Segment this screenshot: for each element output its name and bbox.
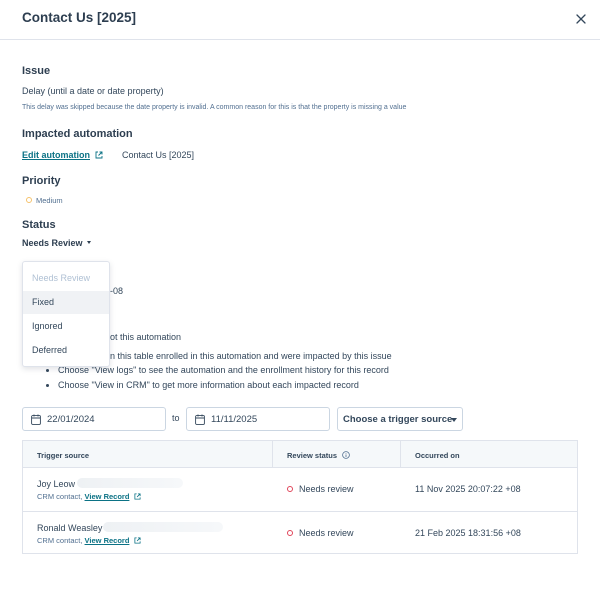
view-record-link[interactable]: View Record [85,492,130,501]
review-status: Needs review [287,528,354,538]
record-type-label: CRM contact, [37,536,83,545]
occurred-on: 11 Nov 2025 20:07:22 +08 [415,484,521,494]
calendar-icon [31,414,41,425]
status-current: Needs Review [22,238,83,248]
column-header-trigger-source[interactable]: Trigger source [37,451,89,460]
priority-heading: Priority [22,175,61,187]
column-divider [400,441,401,468]
status-option-needs-review: Needs Review [32,273,91,283]
record-type: CRM contact, View Record [37,536,141,545]
table-header: Trigger source Review status Occurred on [23,441,577,468]
status-dot-icon [287,486,293,492]
obscured-text-2: ot this automation [110,332,182,342]
automation-name: Contact Us [2025] [122,150,195,160]
status-heading: Status [22,219,56,231]
caret-down-icon [451,418,457,422]
status-option-deferred[interactable]: Deferred [23,339,109,362]
trigger-source-label: Choose a trigger source [343,414,453,425]
calendar-icon [195,414,205,425]
column-header-review-status[interactable]: Review status [287,451,350,460]
instruction-item: Choose "View in CRM" to get more informa… [58,378,389,393]
status-dropdown-toggle[interactable]: Needs Review [22,238,92,248]
record-type: CRM contact, View Record [37,492,141,501]
external-link-icon [133,537,141,544]
contact-name: Ronald Weasley [37,523,103,533]
review-status-value: Needs review [299,484,354,494]
status-option-ignored[interactable]: Ignored [23,315,109,338]
status-option-fixed[interactable]: Fixed [23,291,109,314]
end-date-input[interactable]: 11/11/2025 [186,407,330,431]
trigger-source-dropdown[interactable]: Choose a trigger source [337,407,463,431]
edit-automation-link-wrap[interactable]: Edit automation [22,150,103,160]
issue-heading: Issue [22,65,51,77]
info-icon[interactable] [342,451,350,459]
panel-title: Contact Us [2025] [22,10,137,25]
status-dropdown-menu: Needs Review Fixed Ignored Deferred [22,261,110,367]
review-status-label: Review status [287,451,338,460]
table-row: Ronald Weasley CRM contact, View Record … [23,512,577,556]
issue-title: Delay (until a date or date property) [22,86,164,96]
column-header-occurred-on[interactable]: Occurred on [415,451,460,460]
status-dot-icon [287,530,293,536]
close-icon[interactable] [574,12,588,26]
review-status-value: Needs review [299,528,354,538]
external-link-icon [95,151,102,159]
caret-down-icon [87,241,92,244]
issue-description: This delay was skipped because the date … [22,104,407,111]
occurred-on: 21 Feb 2025 18:31:56 +08 [415,528,521,538]
priority-dot-icon [26,197,32,203]
panel-header: Contact Us [2025] [0,0,600,40]
end-date-value: 11/11/2025 [211,414,258,425]
priority-badge: Medium [26,196,63,205]
contact-name: Joy Leow [37,479,76,489]
record-type-label: CRM contact, [37,492,83,501]
column-divider [272,441,273,468]
date-range-to-label: to [172,413,180,423]
priority-value: Medium [36,196,63,205]
impacted-records-table: Trigger source Review status Occurred on… [22,440,578,554]
external-link-icon [133,493,141,500]
review-status: Needs review [287,484,354,494]
instructions-list: Choose "View logs" to see the automation… [58,363,389,393]
table-row: Joy Leow CRM contact, View Record Needs … [23,468,577,512]
obscured-text-1: -08 [110,286,124,296]
edit-automation-link[interactable]: Edit automation [22,150,90,160]
automation-heading: Impacted automation [22,128,133,140]
start-date-input[interactable]: 22/01/2024 [22,407,166,431]
redacted-email [103,522,223,532]
view-record-link[interactable]: View Record [85,536,130,545]
redacted-email [77,478,183,488]
obscured-text-3: n this table enrolled in this automation… [110,351,392,361]
start-date-value: 22/01/2024 [47,414,95,425]
